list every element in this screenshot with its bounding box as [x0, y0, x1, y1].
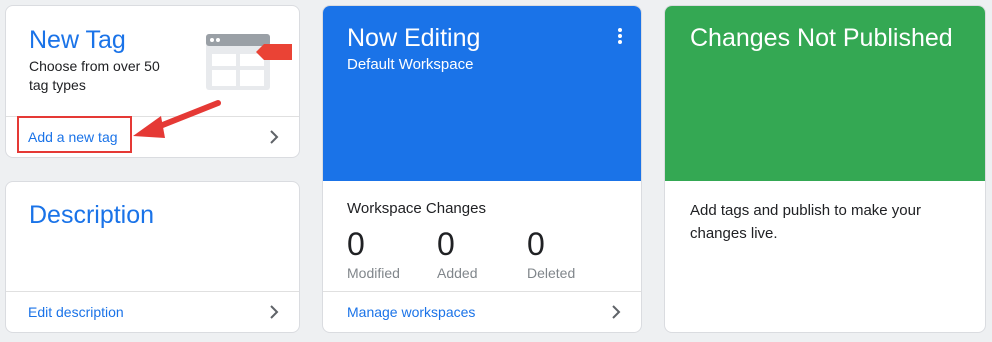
changes-not-published-card: Changes Not Published Add tags and publi…	[664, 5, 986, 333]
chevron-right-icon[interactable]	[269, 305, 279, 319]
chevron-right-icon[interactable]	[611, 305, 621, 319]
workspace-title: Now Editing	[347, 24, 481, 52]
new-tag-description: Choose from over 50 tag types	[29, 58, 160, 93]
workspace-banner: Now Editing Default Workspace	[323, 6, 641, 181]
stat-value: 0	[347, 226, 365, 262]
stat-label: Modified	[347, 265, 400, 281]
stat-deleted: 0 Deleted	[527, 226, 575, 281]
red-arrow-annotation	[133, 100, 221, 138]
chevron-right-icon[interactable]	[269, 130, 279, 144]
publish-text: Add tags and publish to make your change…	[690, 202, 921, 242]
workspace-footer[interactable]: Manage workspaces	[323, 291, 641, 332]
description-footer[interactable]: Edit description	[6, 291, 299, 332]
workspace-subtitle: Default Workspace	[347, 56, 474, 73]
highlight-box	[17, 116, 132, 153]
tag-window-icon	[206, 34, 292, 90]
stat-label: Added	[437, 265, 478, 281]
stat-modified: 0 Modified	[347, 226, 400, 281]
publish-banner: Changes Not Published	[665, 6, 985, 181]
more-vert-icon[interactable]	[617, 28, 623, 46]
description-card[interactable]: Description Edit description	[5, 181, 300, 333]
workspace-changes-title: Workspace Changes	[347, 200, 486, 217]
description-title: Description	[29, 201, 155, 229]
new-tag-title: New Tag	[29, 26, 126, 54]
stat-added: 0 Added	[437, 226, 477, 281]
edit-description-link[interactable]: Edit description	[28, 304, 124, 320]
publish-title: Changes Not Published	[690, 24, 953, 52]
workspace-card: Now Editing Default Workspace Workspace …	[322, 5, 642, 333]
stat-value: 0	[527, 226, 545, 262]
stat-label: Deleted	[527, 265, 576, 281]
stat-value: 0	[437, 226, 455, 262]
manage-workspaces-link[interactable]: Manage workspaces	[347, 304, 475, 320]
